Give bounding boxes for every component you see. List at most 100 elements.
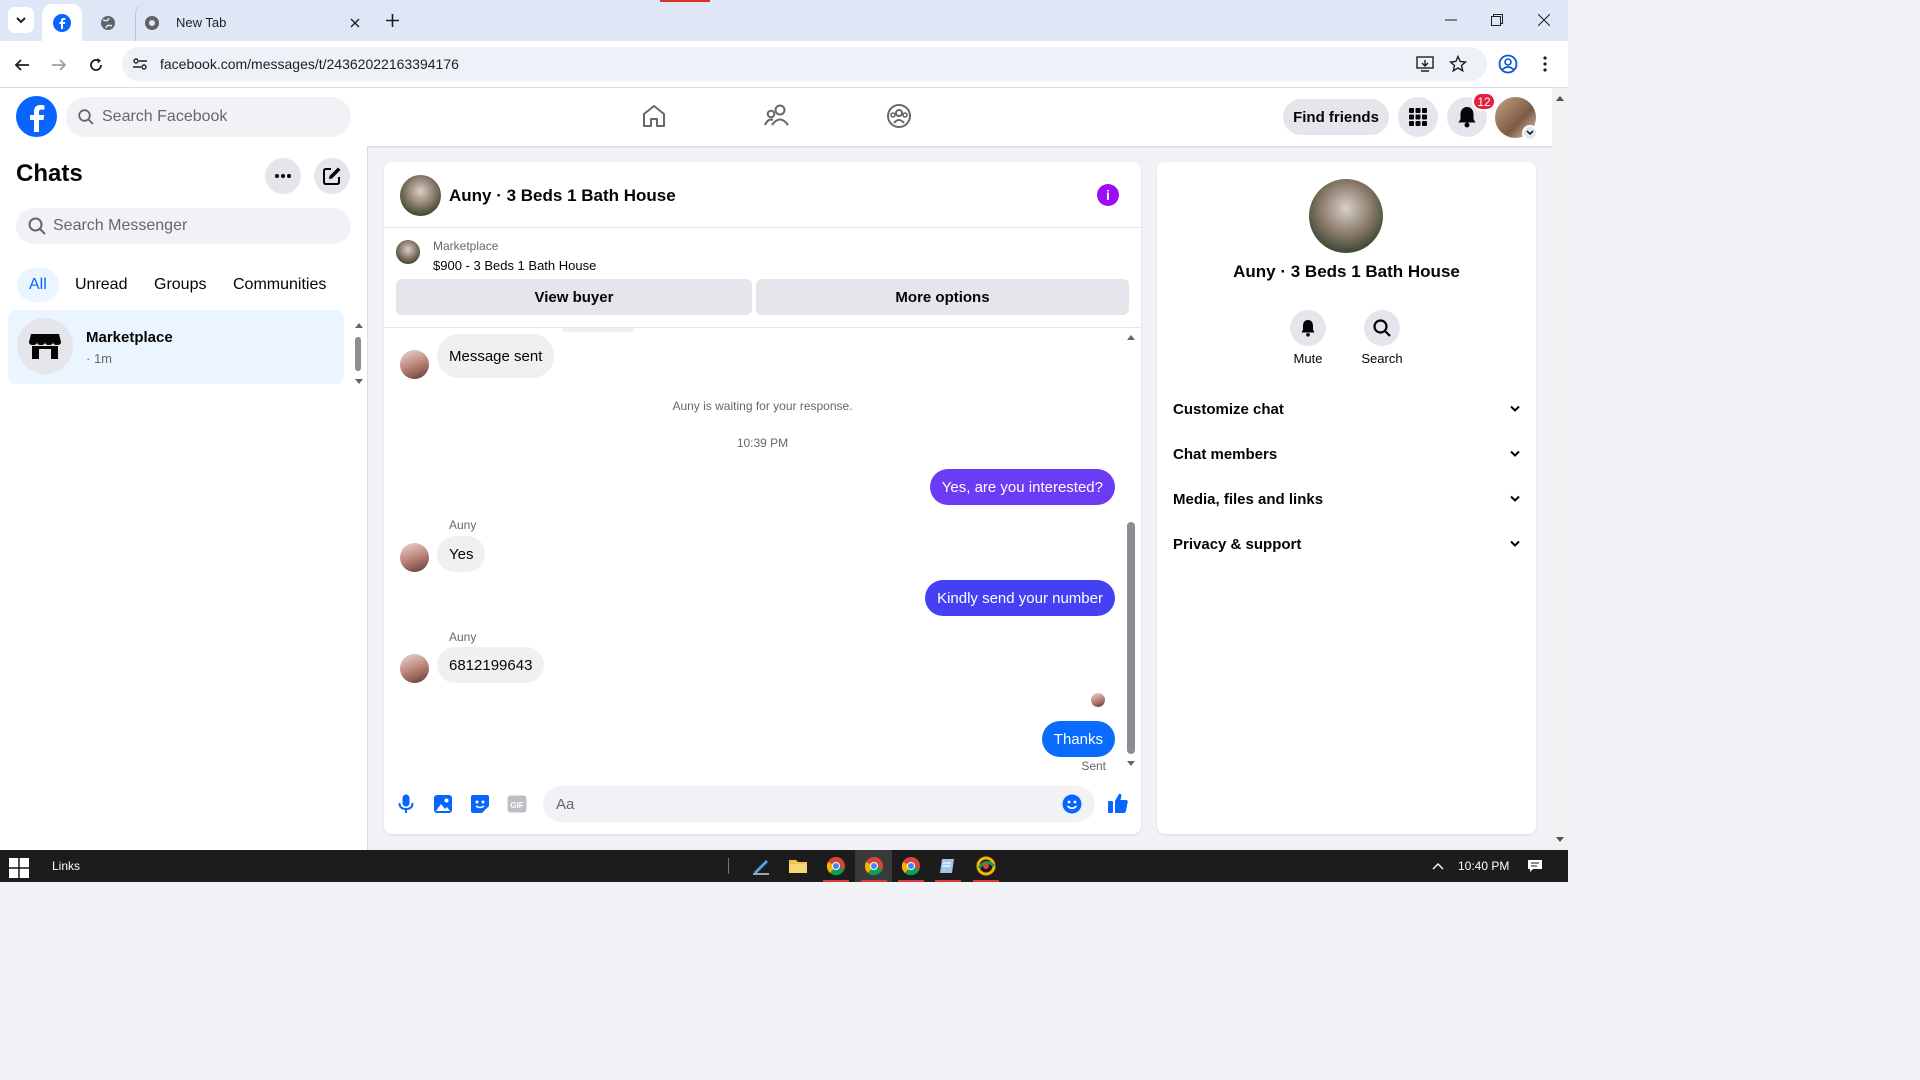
friends-icon[interactable] [763,102,791,130]
chat-item-time: · 1m [86,351,112,366]
scroll-down-icon[interactable] [354,378,364,386]
home-icon[interactable] [640,102,668,130]
filter-communities[interactable]: Communities [221,268,338,302]
browser-menu-icon[interactable] [1543,56,1547,72]
facebook-search-placeholder: Search Facebook [102,108,228,125]
edge-canary-icon[interactable] [976,856,996,876]
message-bubble-outgoing[interactable]: Thanks [1041,721,1115,757]
view-buyer-button[interactable]: View buyer [396,279,752,315]
filter-all[interactable]: All [17,268,59,302]
section-chat-members[interactable]: Chat members [1173,434,1520,474]
message-bubble-incoming[interactable]: 6812199643 [437,647,545,683]
photo-icon[interactable] [432,793,454,815]
browser-tab-bar: New Tab [0,0,1568,41]
message-timestamp: 10:39 PM [736,436,789,450]
conversation-scroll-thumb[interactable] [1127,522,1135,754]
messenger-search-input[interactable]: Search Messenger [16,208,351,244]
forward-icon[interactable] [49,55,69,75]
compose-icon [323,167,341,185]
message-input[interactable]: Aa [543,786,1095,822]
tab-globe[interactable] [90,4,126,41]
scroll-up-icon[interactable] [1126,333,1136,341]
emoji-icon[interactable] [1062,794,1082,814]
message-bubble-incoming[interactable]: Yes [437,536,486,572]
scroll-up-icon[interactable] [354,321,364,329]
taskbar-clock[interactable]: 10:40 PM [1458,859,1509,873]
sender-avatar[interactable] [400,654,429,683]
section-privacy-support[interactable]: Privacy & support [1173,524,1520,564]
info-icon[interactable]: i [1097,184,1119,206]
new-message-button[interactable] [314,158,350,194]
windows-start-icon[interactable] [9,858,29,878]
back-icon[interactable] [12,55,32,75]
listing-title[interactable]: $900 - 3 Beds 1 Bath House [433,258,596,273]
minimize-icon[interactable] [1445,14,1457,26]
message-bubble-outgoing[interactable]: Yes, are you interested? [929,469,1115,505]
sticker-icon[interactable] [469,793,491,815]
pen-app-icon[interactable] [751,856,771,876]
taskbar-divider [728,858,729,874]
microphone-icon[interactable] [395,793,417,815]
gif-icon[interactable]: GIF [506,793,528,815]
scroll-down-icon[interactable] [1555,836,1565,844]
section-media-files-links[interactable]: Media, files and links [1173,479,1520,519]
conversation-avatar[interactable] [400,175,441,216]
chevron-down-icon [16,17,26,24]
chat-info-avatar[interactable] [1309,179,1383,253]
notes-app-icon[interactable] [938,856,958,876]
notifications-center-icon[interactable] [1527,859,1543,873]
chat-item-marketplace[interactable]: Marketplace · 1m [8,310,344,384]
notification-badge: 12 [1472,92,1496,111]
file-explorer-icon[interactable] [788,856,808,876]
conversation-scrollbar[interactable] [1126,328,1138,768]
chats-scroll-thumb[interactable] [355,337,361,371]
reload-icon[interactable] [86,55,106,75]
tab-new-tab[interactable]: New Tab [135,4,370,41]
install-app-icon[interactable] [1416,55,1434,73]
chats-scrollbar[interactable] [354,316,364,384]
new-tab-icon[interactable] [386,14,399,27]
section-label: Chat members [1173,445,1278,463]
sender-avatar[interactable] [400,350,429,379]
groups-icon[interactable] [885,102,913,130]
more-options-button[interactable]: More options [756,279,1129,315]
section-customize-chat[interactable]: Customize chat [1173,389,1520,429]
tab-facebook[interactable] [42,4,82,41]
message-bubble-outgoing[interactable]: Kindly send your number [925,580,1115,616]
restore-icon[interactable] [1491,14,1503,26]
profile-icon[interactable] [1498,54,1518,74]
message-bubble-incoming[interactable]: Message sent [437,334,555,378]
close-window-icon[interactable] [1538,14,1550,26]
chrome-taskbar-icon[interactable] [901,856,921,876]
listing-thumbnail[interactable] [396,240,420,264]
sender-avatar[interactable] [400,543,429,572]
bookmark-star-icon[interactable] [1449,55,1467,73]
chrome-taskbar-icon[interactable] [826,856,846,876]
omnibox[interactable]: facebook.com/messages/t/2436202216339417… [122,47,1487,81]
scroll-down-icon[interactable] [1126,760,1136,768]
menu-grid-button[interactable] [1398,97,1438,137]
facebook-search-input[interactable]: Search Facebook [66,97,351,137]
scroll-up-icon[interactable] [1555,94,1565,102]
filter-groups[interactable]: Groups [142,268,218,302]
thumbs-up-icon[interactable] [1106,791,1130,815]
page-scrollbar[interactable] [1552,88,1568,850]
account-chevron-icon[interactable] [1522,125,1538,141]
conversation-title[interactable]: Auny · 3 Beds 1 Bath House [449,186,676,206]
search-action[interactable]: Search [1352,310,1412,366]
filter-unread[interactable]: Unread [63,268,139,302]
mute-action[interactable]: Mute [1278,310,1338,366]
close-tab-icon[interactable] [350,18,360,28]
site-info-icon[interactable] [132,56,148,72]
url-text: facebook.com/messages/t/2436202216339417… [160,56,459,72]
facebook-logo[interactable] [16,96,57,137]
running-indicator [898,880,924,882]
tab-search-button[interactable] [8,7,34,33]
system-tray-chevron-icon[interactable] [1432,862,1444,870]
find-friends-button[interactable]: Find friends [1283,99,1389,135]
search-icon [1364,310,1400,346]
chrome-taskbar-icon[interactable] [864,856,884,876]
chats-options-button[interactable] [265,158,301,194]
messenger-search-placeholder: Search Messenger [53,217,188,234]
links-toolbar[interactable]: Links [52,859,80,873]
